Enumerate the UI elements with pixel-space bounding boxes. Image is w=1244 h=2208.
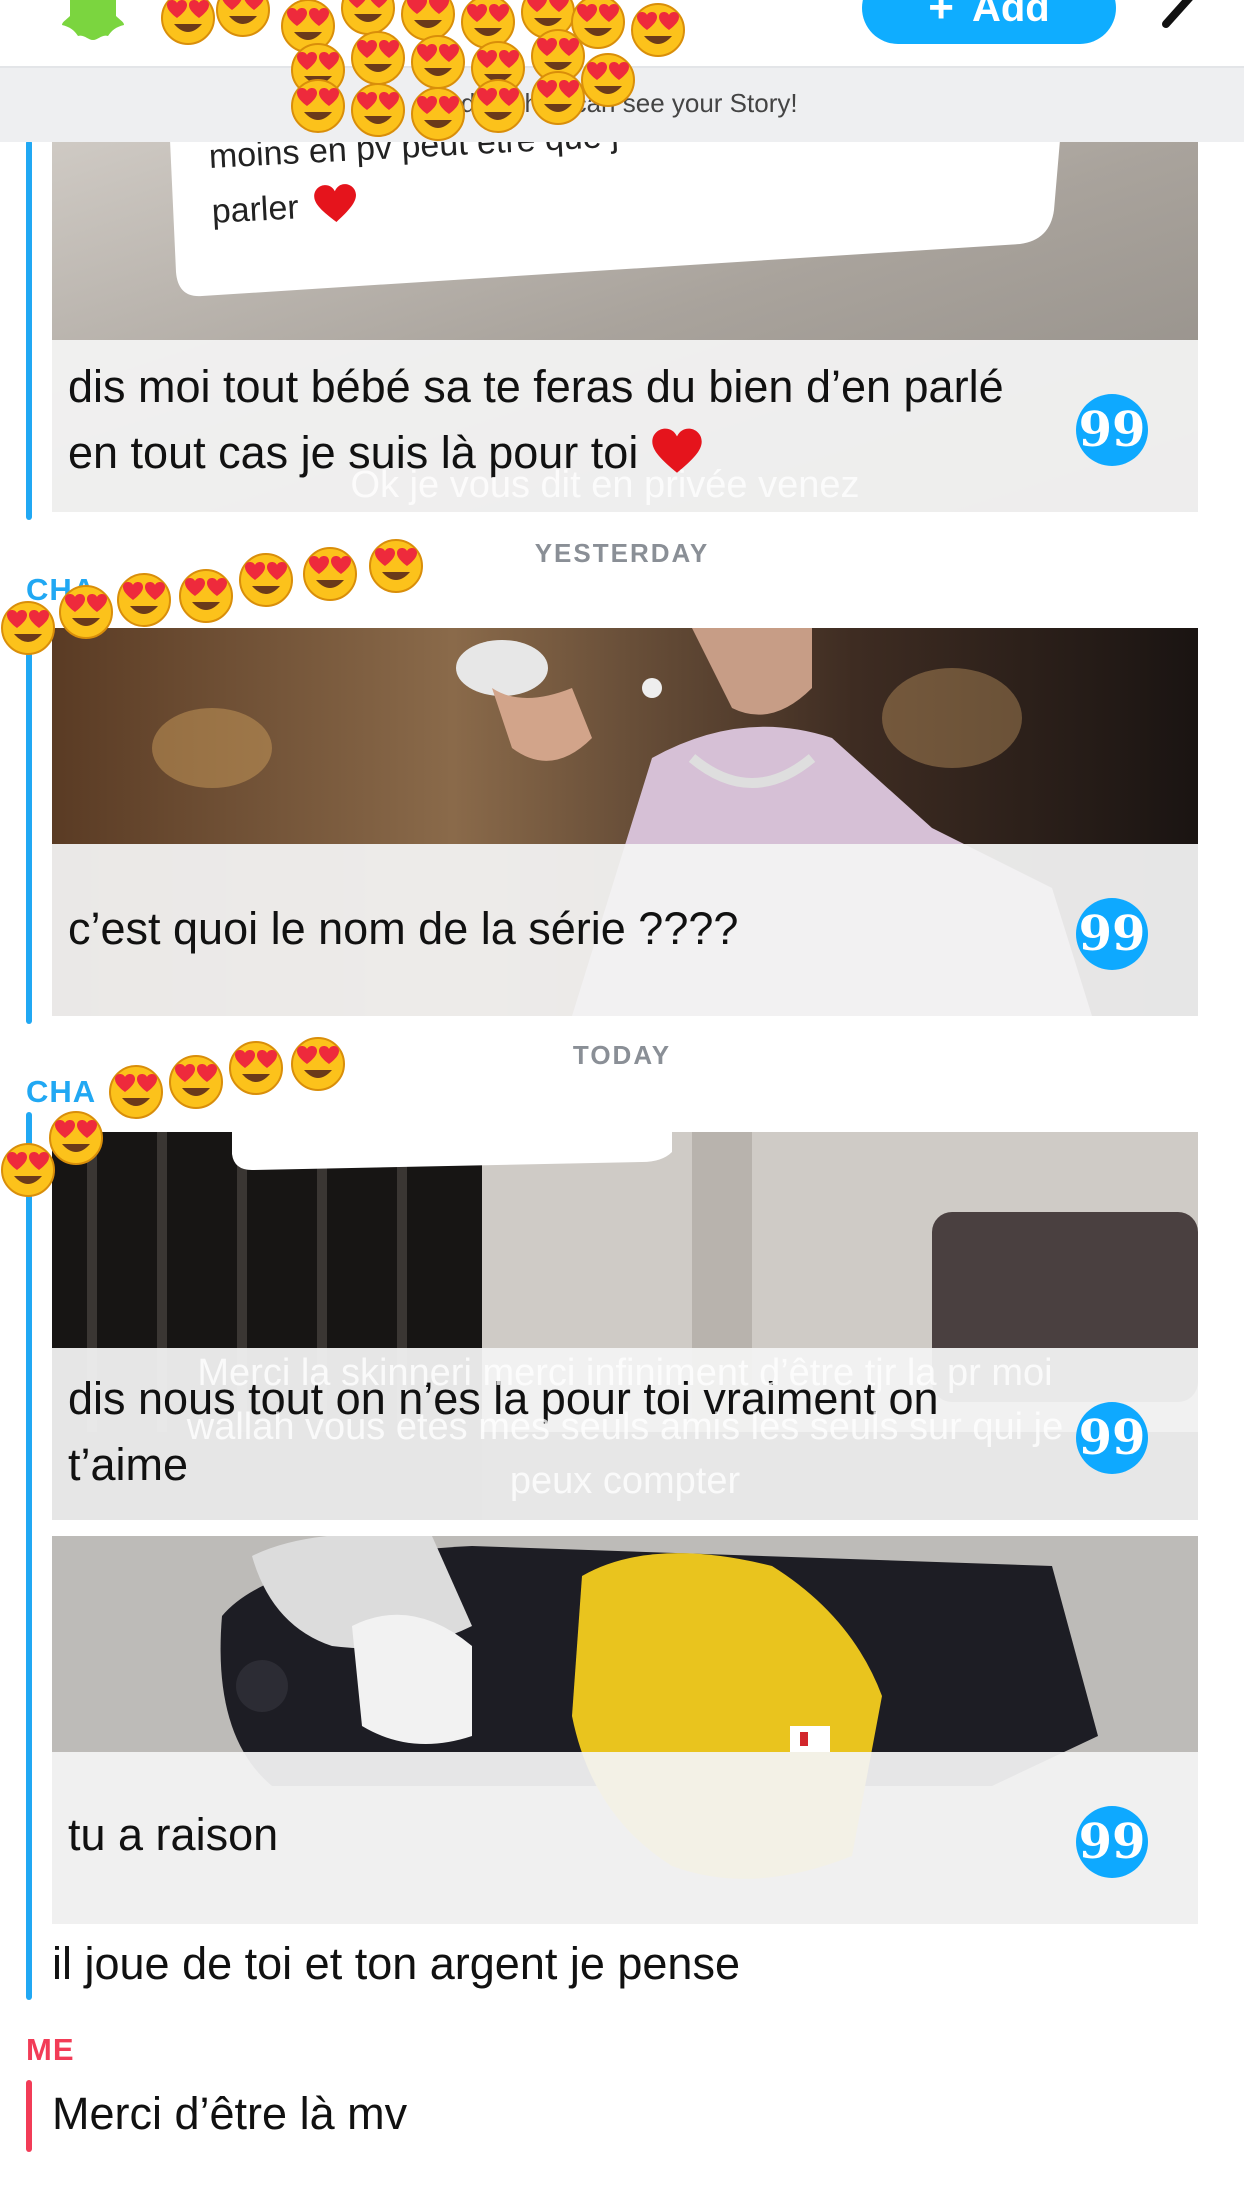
heart-eyes-emoji [351,83,405,137]
heart-eyes-emoji [216,0,270,37]
snap-overlay-text: Ok je vous dit en privée venez [350,464,860,506]
heart-eyes-emoji [109,1065,163,1119]
heart-eyes-emoji [229,1041,283,1095]
sender-bar [26,140,32,520]
sender-bar-me [26,2080,32,2152]
snap-reply-message[interactable]: dis nous tout on n’es la pour toi vraime… [52,1132,1198,1520]
sender-bar [26,612,32,1024]
caption-panel: dis nous tout on n’es la pour toi vraime… [52,1348,1198,1520]
heart-eyes-emoji [169,1055,223,1109]
heart-eyes-emoji [291,79,345,133]
heart-eyes-emoji [351,31,405,85]
caption-panel: dis moi tout bébé sa te feras du bien d’… [52,340,1198,512]
chevron-icon[interactable] [1158,0,1208,30]
my-text-message: Merci d’être là mv [52,2088,408,2139]
day-divider-yesterday: YESTERDAY [534,538,710,568]
snap-reply-message[interactable]: tu a raison 99 [52,1536,1198,1924]
add-button-label: Add [971,0,1050,30]
snap-overlay-text: Merci la skinneri merci infiniment d’êtr… [186,1352,1064,1502]
snap-reply-message[interactable]: moins en pv peut etre que j parler dis m… [52,140,1198,512]
heart-eyes-emoji [369,539,423,593]
heart-eyes-emoji [49,1111,103,1165]
sender-name: CHA [26,1074,97,1109]
caption-panel: tu a raison 99 [52,1752,1198,1924]
heart-emoji [314,184,357,222]
heart-eyes-emoji [59,585,113,639]
quote-icon[interactable]: 99 [1076,898,1148,970]
heart-eyes-emoji [179,569,233,623]
heart-eyes-emoji [161,0,215,45]
quote-icon[interactable]: 99 [1076,1806,1148,1878]
heart-eyes-emoji [471,79,525,133]
heart-eyes-emoji [531,71,585,125]
text-message: il joue de toi et ton argent je pense [52,1938,740,1989]
snap-reply-message[interactable]: c’est quoi le nom de la série ???? 99 [52,628,1198,1016]
sender-bar [26,1112,32,2000]
message-caption: c’est quoi le nom de la série ???? [68,903,739,954]
add-friend-button[interactable]: + Add [862,0,1116,44]
heart-eyes-emoji [411,87,465,141]
heart-eyes-emoji [291,1037,345,1091]
heart-eyes-emoji [303,547,357,601]
sender-name-me: ME [26,2032,75,2067]
heart-eyes-emoji [1,601,55,655]
heart-eyes-emoji [117,573,171,627]
heart-eyes-emoji [239,553,293,607]
message-caption: tu a raison [68,1809,279,1860]
ghost-icon[interactable] [62,0,124,42]
heart-eyes-emoji [411,35,465,89]
add-friend-icon: + [928,0,954,32]
quote-icon[interactable]: 99 [1076,394,1148,466]
caption-panel: c’est quoi le nom de la série ???? 99 [52,844,1198,1016]
heart-eyes-emoji [631,3,685,57]
heart-eyes-emoji [581,53,635,107]
